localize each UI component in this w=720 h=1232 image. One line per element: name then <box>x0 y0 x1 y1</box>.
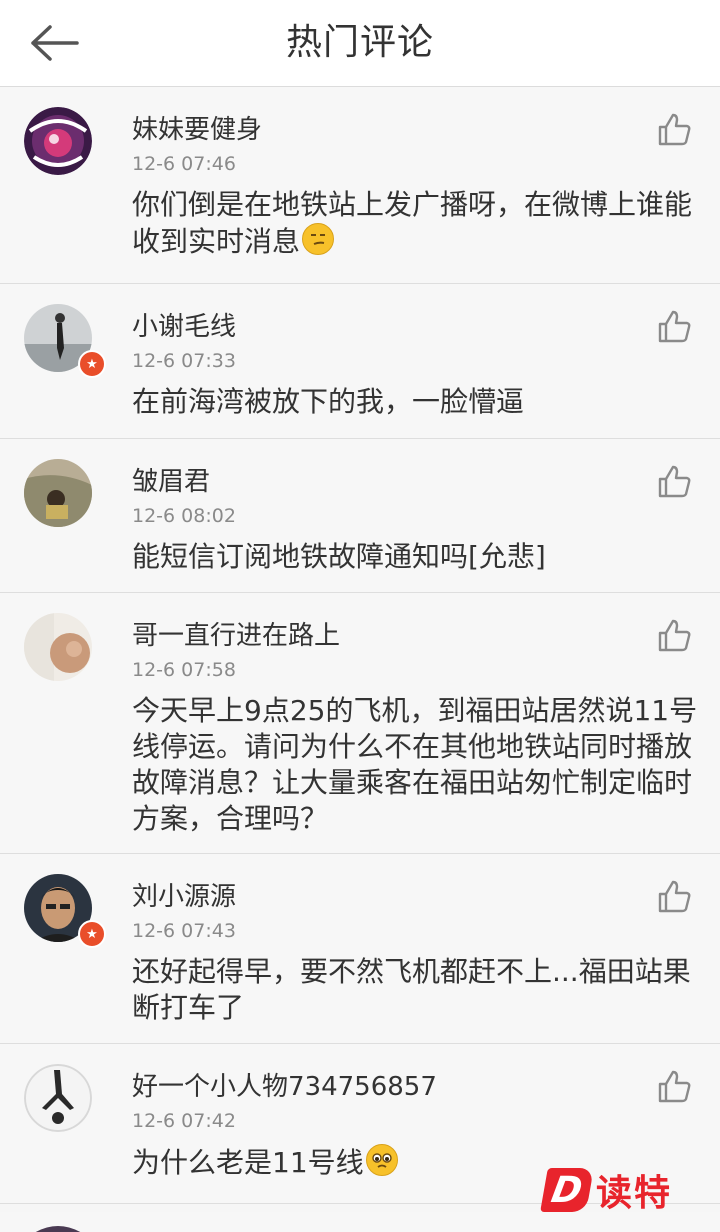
verified-badge-icon: ★ <box>78 350 106 378</box>
comment-list: 妹妹要健身 12-6 07:46 你们倒是在地铁站上发广播呀，在微博上谁能收到实… <box>0 87 720 1204</box>
avatar-button[interactable] <box>24 107 92 175</box>
avatar-button[interactable] <box>24 459 92 527</box>
avatar <box>24 613 92 681</box>
comment-time: 12-6 07:43 <box>132 920 236 942</box>
comment-text: 还好起得早，要不然飞机都赶不上...福田站果断打车了 <box>132 955 691 1024</box>
thumbs-up-icon[interactable] <box>656 111 692 147</box>
comment-text: 在前海湾被放下的我，一脸懵逼 <box>132 385 525 418</box>
avatar-button[interactable] <box>24 613 92 681</box>
avatar-button[interactable]: ★ <box>24 304 106 378</box>
comment-text-content: 你们倒是在地铁站上发广播呀，在微博上谁能收到实时消息 <box>132 188 693 258</box>
avatar <box>24 1064 92 1132</box>
comment-username[interactable]: 哥一直行进在路上 <box>132 615 340 652</box>
avatar-button[interactable]: ★ <box>24 874 106 948</box>
thumbs-up-icon[interactable] <box>656 617 692 653</box>
comment-text: 你们倒是在地铁站上发广播呀，在微博上谁能收到实时消息 <box>132 187 698 260</box>
pleading-emoji-icon <box>365 1144 398 1176</box>
thumbs-up-icon[interactable] <box>656 1068 692 1104</box>
comment-time: 12-6 08:02 <box>132 505 236 527</box>
comment-username[interactable]: 妹妹要健身 <box>132 109 262 146</box>
comment-username[interactable]: 刘小源源 <box>132 876 236 913</box>
comment-username[interactable]: 好一个小人物734756857 <box>132 1066 437 1103</box>
comment-time: 12-6 07:58 <box>132 659 236 681</box>
comment-item: ★ 刘小源源 12-6 07:43 还好起得早，要不然飞机都赶不上...福田站果… <box>0 854 720 1044</box>
comment-item: 哥一直行进在路上 12-6 07:58 今天早上9点25的飞机，到福田站居然说1… <box>0 593 720 854</box>
avatar <box>35 1226 81 1232</box>
thumbs-up-icon[interactable] <box>656 308 692 344</box>
avatar <box>24 107 92 175</box>
comment-text-content: 为什么老是11号线 <box>132 1146 364 1179</box>
thumbs-up-icon[interactable] <box>656 463 692 499</box>
avatar-button[interactable] <box>24 1064 92 1132</box>
comment-text: 能短信订阅地铁故障通知吗[允悲] <box>132 540 546 573</box>
watermark-badge: D <box>540 1168 594 1212</box>
comment-time: 12-6 07:42 <box>132 1110 236 1132</box>
comment-item: 妹妹要健身 12-6 07:46 你们倒是在地铁站上发广播呀，在微博上谁能收到实… <box>0 87 720 284</box>
avatar <box>24 459 92 527</box>
thumbs-up-icon[interactable] <box>656 878 692 914</box>
watermark-text: 读特 <box>596 1173 673 1214</box>
comment-text: 今天早上9点25的飞机，到福田站居然说11号线停运。请问为什么不在其他地铁站同时… <box>132 694 698 835</box>
page-title: 热门评论 <box>285 22 434 63</box>
verified-badge-icon: ★ <box>78 920 106 948</box>
comment-username[interactable]: 皱眉君 <box>132 461 210 498</box>
comment-time: 12-6 07:46 <box>132 153 236 175</box>
comment-item: ★ 小谢毛线 12-6 07:33 在前海湾被放下的我，一脸懵逼 <box>0 284 720 439</box>
comment-time: 12-6 07:33 <box>132 350 236 372</box>
comment-item: 皱眉君 12-6 08:02 能短信订阅地铁故障通知吗[允悲] <box>0 439 720 593</box>
watermark-logo: D 读特 <box>540 1162 673 1218</box>
top-bar: 热门评论 <box>0 0 720 87</box>
comment-username[interactable]: 小谢毛线 <box>132 306 236 343</box>
smirk-emoji-icon <box>302 223 335 255</box>
